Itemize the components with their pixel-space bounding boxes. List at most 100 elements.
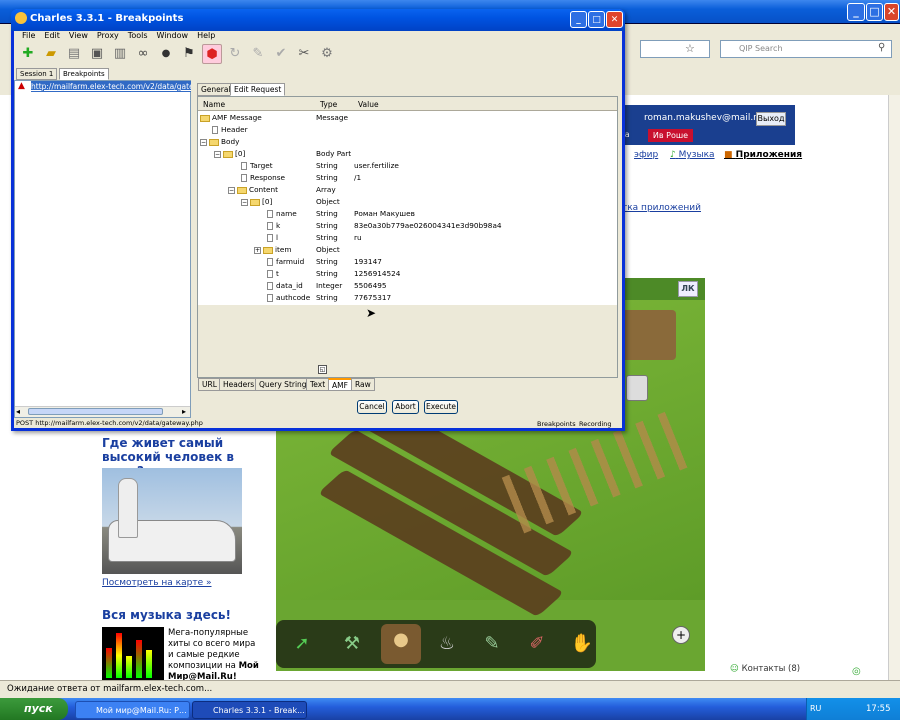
table-row[interactable]: − [0] Body Part (198, 148, 617, 160)
tab-url[interactable]: URL (198, 378, 221, 391)
column-name[interactable]: Name (203, 100, 225, 109)
table-row[interactable]: + item Object (198, 244, 617, 256)
binoculars-icon[interactable]: ∞ (133, 44, 153, 64)
recording-indicator[interactable]: Recording (579, 420, 612, 428)
spray-tool-icon[interactable]: ✎ (476, 628, 508, 660)
address-bar[interactable] (640, 40, 710, 58)
column-type[interactable]: Type (320, 100, 337, 109)
charles-maximize-button[interactable]: □ (588, 11, 605, 28)
search-icon[interactable]: ⚲ (878, 42, 885, 53)
abort-button[interactable]: Abort (392, 400, 419, 414)
browser-maximize-button[interactable]: □ (866, 3, 883, 21)
ad-banner-ivroshe[interactable]: Ив Роше (648, 129, 693, 142)
tab-session-1[interactable]: Session 1 (16, 68, 58, 80)
table-row[interactable]: Header (198, 124, 617, 136)
browser-close-button[interactable]: ✕ (884, 3, 899, 21)
table-row[interactable]: data_id Integer 5506495 (198, 280, 617, 292)
milk-can-icon[interactable] (626, 375, 648, 401)
start-button[interactable]: пуск (0, 698, 68, 720)
table-row[interactable]: − Content Array (198, 184, 617, 196)
menu-view[interactable]: View (69, 31, 88, 43)
menu-window[interactable]: Window (157, 31, 189, 43)
throttle-icon[interactable]: ⚑ (179, 44, 199, 64)
scroll-left-icon[interactable]: ◂ (16, 407, 20, 416)
close-session-icon[interactable]: ▤ (64, 44, 84, 64)
scrollbar-thumb[interactable] (28, 408, 163, 415)
tab-breakpoints[interactable]: Breakpoints (59, 68, 109, 80)
table-row[interactable]: t String 1256914524 (198, 268, 617, 280)
link-apps[interactable]: ■ Приложения (724, 150, 802, 160)
cancel-button[interactable]: Cancel (357, 400, 387, 414)
task-mailru[interactable]: Мой мир@Mail.Ru: Р... (75, 701, 190, 719)
table-row[interactable]: k String 83e0a30b779ae026004341e3d90b98a4 (198, 220, 617, 232)
table-row[interactable]: name String Роман Макушев (198, 208, 617, 220)
equalizer-image[interactable] (102, 627, 164, 680)
trash-icon[interactable]: ▥ (110, 44, 130, 64)
charles-close-button[interactable]: ✕ (606, 11, 623, 28)
ad1-map-link[interactable]: Посмотреть на карте » (102, 578, 212, 588)
open-folder-icon[interactable]: ▰ (41, 44, 61, 64)
menu-tools[interactable]: Tools (128, 31, 148, 43)
table-row[interactable]: Target String user.fertilize (198, 160, 617, 172)
table-row[interactable]: farmuid String 193147 (198, 256, 617, 268)
language-indicator[interactable]: RU (810, 704, 821, 713)
tab-text[interactable]: Text (306, 378, 330, 391)
logout-button[interactable]: Выход (756, 112, 786, 126)
tree-url-selected[interactable]: http://mailfarm.elex-tech.com/v2/data/ga… (31, 81, 191, 92)
tab-amf[interactable]: AMF (328, 378, 352, 391)
tab-raw[interactable]: Raw (351, 378, 375, 391)
tab-headers[interactable]: Headers (219, 378, 259, 391)
collapse-icon[interactable]: − (241, 198, 248, 206)
ad2-title[interactable]: Вся музыка здесь! (102, 608, 231, 622)
contacts-widget[interactable]: ☺ Контакты (8) (730, 664, 850, 680)
collapse-icon[interactable]: − (214, 150, 221, 158)
table-row[interactable]: Response String/1 (198, 172, 617, 184)
user-email[interactable]: roman.makushev@mail.ru (644, 113, 763, 123)
resize-handle-icon[interactable]: ◱ (318, 365, 327, 374)
new-session-icon[interactable]: ✚ (18, 44, 38, 64)
menu-help[interactable]: Help (197, 31, 215, 43)
table-row[interactable]: AMF Message Message (198, 112, 617, 124)
breakpoints-indicator[interactable]: Breakpoints (537, 420, 576, 428)
app-catalog-link[interactable]: тка приложений (622, 203, 701, 213)
tab-query-string[interactable]: Query String (255, 378, 311, 391)
zoom-in-icon[interactable]: + (672, 626, 690, 644)
arrow-tool-icon[interactable]: ➚ (286, 628, 318, 660)
table-row[interactable]: − [0] Object (198, 196, 617, 208)
table-row[interactable]: − Body (198, 136, 617, 148)
save-icon[interactable]: ▣ (87, 44, 107, 64)
search-input[interactable]: QIP Search (720, 40, 892, 58)
expand-icon[interactable]: + (254, 246, 261, 254)
tab-general[interactable]: General (197, 83, 235, 96)
execute-button[interactable]: Execute (424, 400, 458, 414)
tab-edit-request[interactable]: Edit Request (230, 83, 286, 96)
online-status-icon[interactable]: ◎ (852, 666, 861, 677)
table-row[interactable]: l String ru (198, 232, 617, 244)
menu-proxy[interactable]: Proxy (97, 31, 119, 43)
menu-file[interactable]: File (22, 31, 35, 43)
fertilizer-bag-icon[interactable]: ● (381, 624, 421, 664)
paint-tool-icon[interactable]: ✐ (521, 628, 553, 660)
edit-icon[interactable]: ✎ (248, 44, 268, 64)
charles-minimize-button[interactable]: _ (570, 11, 587, 28)
tools-icon[interactable]: ✂ (294, 44, 314, 64)
shovel-tool-icon[interactable]: ⚒ (336, 628, 368, 660)
menu-edit[interactable]: Edit (44, 31, 60, 43)
repeat-icon[interactable]: ↻ (225, 44, 245, 64)
scroll-right-icon[interactable]: ▸ (182, 407, 186, 416)
bookmark-star-icon[interactable]: ☆ (685, 42, 695, 55)
browser-minimize-button[interactable]: _ (847, 3, 865, 21)
breakpoints-icon[interactable]: ⬢ (202, 44, 222, 64)
request-tree[interactable] (14, 80, 191, 418)
collapse-icon[interactable]: − (228, 186, 235, 194)
validate-icon[interactable]: ✔ (271, 44, 291, 64)
watering-can-icon[interactable]: ♨ (431, 628, 463, 660)
page-scrollbar[interactable] (888, 95, 900, 680)
column-value[interactable]: Value (358, 100, 379, 109)
link-efir[interactable]: эфир (634, 150, 658, 160)
task-charles[interactable]: Charles 3.3.1 - Break... (192, 701, 307, 719)
collapse-icon[interactable]: − (200, 138, 207, 146)
table-row[interactable]: authcode String 77675317 (198, 292, 617, 304)
lk-button[interactable]: ЛК (678, 281, 698, 297)
hand-tool-icon[interactable]: ✋ (566, 628, 598, 660)
